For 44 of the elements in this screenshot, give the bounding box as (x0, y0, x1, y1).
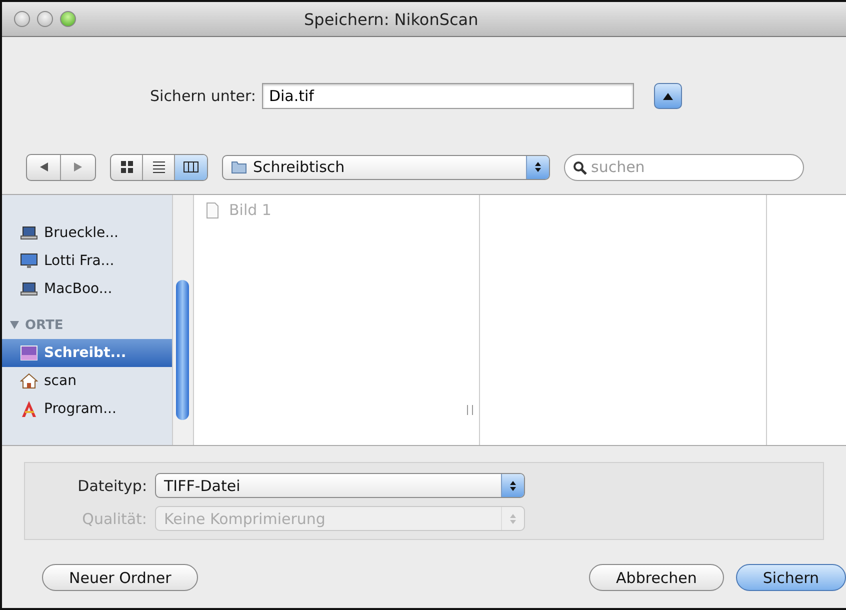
close-button[interactable] (14, 11, 30, 27)
sidebar-item[interactable]: Program... (2, 395, 172, 423)
scrollbar[interactable] (172, 195, 194, 445)
house-icon (20, 372, 38, 390)
dialog-button[interactable]: Sichern (736, 564, 846, 591)
save-as-label: Sichern unter: (150, 87, 256, 105)
column-view-icon (183, 160, 199, 174)
file-name-field[interactable]: Dia.tif (262, 83, 634, 109)
search-icon (573, 160, 587, 174)
collapse-button[interactable] (654, 83, 682, 109)
up-down-arrows-icon (509, 480, 517, 492)
back-icon (38, 162, 48, 172)
up-triangle-icon (662, 92, 673, 100)
scroll-thumb[interactable] (176, 280, 189, 420)
laptop-icon (20, 280, 38, 298)
up-down-arrows-icon (534, 161, 542, 173)
sidebar-item[interactable]: MacBoo... (2, 275, 172, 303)
location-popup[interactable]: Schreibtisch (222, 154, 550, 180)
folder-icon (231, 160, 247, 174)
document-icon (206, 202, 219, 218)
window-title: Speichern: NikonScan (304, 10, 478, 28)
up-down-arrows-icon (509, 512, 517, 524)
dialog-button[interactable]: Abbrechen (589, 564, 724, 591)
column-resize-handle[interactable] (467, 405, 473, 415)
view-mode-button[interactable] (175, 154, 207, 180)
dialog-button[interactable]: Neuer Ordner (42, 564, 198, 591)
forward-icon (73, 162, 83, 172)
zoom-button[interactable] (60, 11, 76, 27)
icon-view-icon (120, 160, 134, 174)
disclosure-triangle-icon (10, 321, 19, 329)
sidebar-item[interactable]: Brueckle... (2, 219, 172, 247)
search-field[interactable]: suchen (564, 154, 804, 180)
sidebar-item[interactable]: scan (2, 367, 172, 395)
monitor-icon (20, 252, 38, 270)
minimize-button[interactable] (37, 11, 53, 27)
apps-icon (20, 400, 38, 418)
list-view-icon (152, 160, 166, 174)
option-label: Qualität: (81, 510, 148, 528)
desktop-icon (20, 344, 38, 362)
option-label: Dateityp: (76, 476, 148, 494)
laptop-icon (20, 224, 38, 242)
option-popup[interactable]: TIFF-Datei (155, 473, 525, 498)
sidebar-item[interactable]: Schreibt... (2, 339, 172, 367)
sidebar-item[interactable]: Lotti Fra... (2, 247, 172, 275)
